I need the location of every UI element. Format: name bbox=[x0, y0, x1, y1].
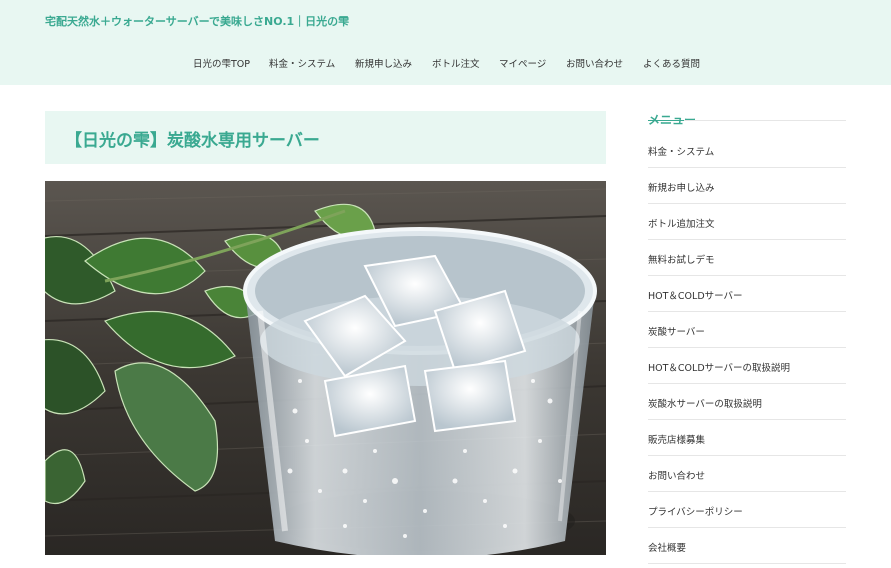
nav-item-faq[interactable]: よくある質問 bbox=[643, 56, 700, 70]
nav-item-pricing[interactable]: 料金・システム bbox=[269, 56, 335, 70]
sidebar-link-carbonated-manual[interactable]: 炭酸水サーバーの取扱説明 bbox=[648, 396, 762, 410]
sidebar-link-company-profile[interactable]: 会社概要 bbox=[648, 540, 686, 554]
nav-item-top[interactable]: 日光の雫TOP bbox=[193, 56, 250, 70]
sidebar-item-contact: お問い合わせ bbox=[648, 456, 846, 492]
sidebar-link-hot-cold-server[interactable]: HOT＆COLDサーバー bbox=[648, 288, 743, 302]
global-nav: 日光の雫TOP 料金・システム 新規申し込み ボトル注文 マイページ お問い合わ… bbox=[0, 56, 891, 72]
sidebar-item-carbonated-server: 炭酸サーバー bbox=[648, 312, 846, 348]
sidebar-item-bottle-order: ボトル追加注文 bbox=[648, 204, 846, 240]
sidebar-link-contact[interactable]: お問い合わせ bbox=[648, 468, 705, 482]
nav-item-contact[interactable]: お問い合わせ bbox=[566, 56, 623, 70]
sidebar-menu: 料金・システム 新規お申し込み ボトル追加注文 無料お試しデモ HOT＆COLD… bbox=[648, 132, 846, 564]
sidebar-link-free-demo[interactable]: 無料お試しデモ bbox=[648, 252, 715, 266]
sidebar-item-hot-cold-server: HOT＆COLDサーバー bbox=[648, 276, 846, 312]
nav-item-mypage[interactable]: マイページ bbox=[499, 56, 546, 70]
page-title: 【日光の雫】炭酸水専用サーバー bbox=[65, 131, 320, 151]
site-title-link[interactable]: 宅配天然水＋ウォーターサーバーで美味しさNO.1｜日光の雫 bbox=[45, 13, 349, 29]
sidebar-item-company-profile: 会社概要 bbox=[648, 528, 846, 564]
hero-image-sparkling-water-glass bbox=[45, 181, 606, 555]
sidebar-item-dealer-recruitment: 販売店様募集 bbox=[648, 420, 846, 456]
sidebar-link-pricing[interactable]: 料金・システム bbox=[648, 144, 714, 158]
sidebar-link-bottle-order[interactable]: ボトル追加注文 bbox=[648, 216, 715, 230]
page-title-box: 【日光の雫】炭酸水専用サーバー bbox=[45, 111, 606, 164]
sidebar-item-new-application: 新規お申し込み bbox=[648, 168, 846, 204]
sidebar-heading-divider bbox=[648, 120, 846, 121]
sidebar-item-free-demo: 無料お試しデモ bbox=[648, 240, 846, 276]
sidebar-item-carbonated-manual: 炭酸水サーバーの取扱説明 bbox=[648, 384, 846, 420]
sidebar-link-dealer-recruitment[interactable]: 販売店様募集 bbox=[648, 432, 705, 446]
sidebar-item-hot-cold-manual: HOT＆COLDサーバーの取扱説明 bbox=[648, 348, 846, 384]
site-header: 宅配天然水＋ウォーターサーバーで美味しさNO.1｜日光の雫 日光の雫TOP 料金… bbox=[0, 0, 891, 85]
sidebar-link-hot-cold-manual[interactable]: HOT＆COLDサーバーの取扱説明 bbox=[648, 360, 790, 374]
nav-item-bottle-order[interactable]: ボトル注文 bbox=[432, 56, 480, 70]
sidebar-link-privacy-policy[interactable]: プライバシーポリシー bbox=[648, 504, 743, 518]
sidebar-link-carbonated-server[interactable]: 炭酸サーバー bbox=[648, 324, 705, 338]
sidebar-link-new-application[interactable]: 新規お申し込み bbox=[648, 180, 715, 194]
nav-item-new-application[interactable]: 新規申し込み bbox=[355, 56, 412, 70]
sidebar-item-pricing: 料金・システム bbox=[648, 132, 846, 168]
sidebar-item-privacy-policy: プライバシーポリシー bbox=[648, 492, 846, 528]
